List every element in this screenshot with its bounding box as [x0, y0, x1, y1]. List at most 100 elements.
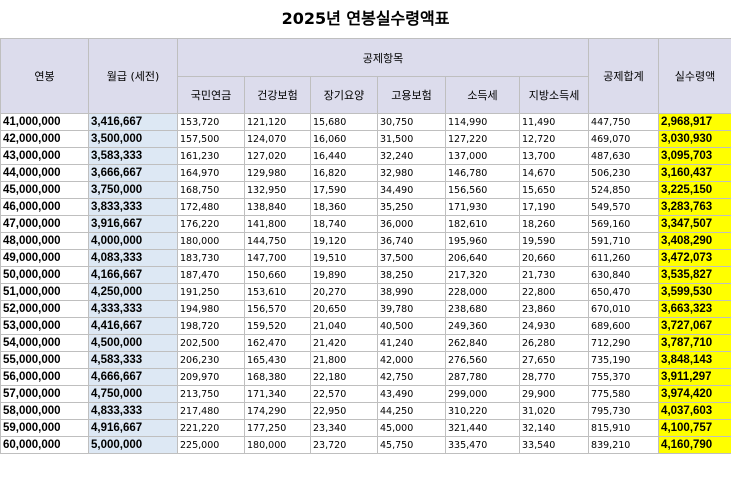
cell-income-tax: 127,220 — [445, 130, 520, 148]
cell-pension: 221,220 — [177, 419, 245, 437]
cell-total-deduction: 755,370 — [588, 368, 660, 386]
cell-pension: 157,500 — [177, 130, 245, 148]
header-deductions-group: 공제항목 — [176, 38, 590, 77]
cell-annual: 46,000,000 — [0, 198, 89, 216]
cell-health: 177,250 — [244, 419, 311, 437]
cell-pension: 172,480 — [177, 198, 245, 216]
cell-income-tax: 310,220 — [445, 402, 520, 420]
cell-health: 180,000 — [244, 436, 311, 454]
cell-longterm-care: 21,040 — [310, 317, 378, 335]
table-row: 57,000,000 4,750,000 213,750 171,340 22,570 4… — [0, 385, 731, 403]
cell-total-deduction: 775,580 — [588, 385, 660, 403]
cell-net-pay: 2,968,917 — [658, 113, 731, 131]
cell-local-tax: 18,260 — [518, 215, 590, 233]
cell-local-tax: 14,670 — [518, 164, 590, 182]
cell-pension: 194,980 — [177, 300, 245, 318]
cell-total-deduction: 795,730 — [588, 402, 660, 420]
cell-pension: 213,750 — [177, 385, 245, 403]
cell-annual: 45,000,000 — [0, 181, 89, 199]
cell-net-pay: 3,599,530 — [658, 283, 731, 301]
cell-local-tax: 13,700 — [518, 147, 590, 165]
cell-longterm-care: 16,820 — [310, 164, 378, 182]
cell-net-pay: 3,663,323 — [658, 300, 731, 318]
cell-longterm-care: 22,180 — [310, 368, 378, 386]
table-row: 58,000,000 4,833,333 217,480 174,290 22,950 4… — [0, 402, 731, 420]
cell-local-tax: 28,770 — [518, 368, 590, 386]
cell-health: 147,700 — [244, 249, 311, 267]
cell-employment: 30,750 — [377, 113, 446, 131]
table-body: 41,000,000 3,416,667 153,720 121,120 15,680 3… — [0, 113, 731, 454]
cell-net-pay: 3,283,763 — [658, 198, 731, 216]
cell-employment: 45,000 — [377, 419, 446, 437]
cell-monthly: 3,833,333 — [88, 198, 178, 216]
cell-annual: 48,000,000 — [0, 232, 89, 250]
cell-health: 150,660 — [244, 266, 311, 284]
cell-longterm-care: 21,800 — [310, 351, 378, 369]
cell-income-tax: 114,990 — [445, 113, 520, 131]
table-row: 53,000,000 4,416,667 198,720 159,520 21,040 4… — [0, 317, 731, 335]
cell-total-deduction: 735,190 — [588, 351, 660, 369]
cell-employment: 32,240 — [377, 147, 446, 165]
cell-pension: 164,970 — [177, 164, 245, 182]
table-row: 50,000,000 4,166,667 187,470 150,660 19,890 3… — [0, 266, 731, 284]
cell-employment: 36,000 — [377, 215, 446, 233]
salary-table: 연봉 월급 (세전) 공제항목 공제합계 실수령액 국민연금 건강보험 장기요양… — [0, 38, 731, 454]
header-pension: 국민연금 — [177, 76, 245, 114]
header-employment: 고용보험 — [377, 76, 446, 114]
cell-local-tax: 29,900 — [518, 385, 590, 403]
cell-annual: 54,000,000 — [0, 334, 89, 352]
cell-employment: 43,490 — [377, 385, 446, 403]
cell-longterm-care: 16,060 — [310, 130, 378, 148]
cell-income-tax: 228,000 — [445, 283, 520, 301]
table-row: 45,000,000 3,750,000 168,750 132,950 17,590 3… — [0, 181, 731, 199]
cell-employment: 44,250 — [377, 402, 446, 420]
cell-annual: 57,000,000 — [0, 385, 89, 403]
cell-employment: 39,780 — [377, 300, 446, 318]
cell-employment: 32,980 — [377, 164, 446, 182]
cell-employment: 41,240 — [377, 334, 446, 352]
header-local-tax: 지방소득세 — [518, 76, 590, 114]
cell-income-tax: 335,470 — [445, 436, 520, 454]
cell-net-pay: 3,787,710 — [658, 334, 731, 352]
cell-net-pay: 3,095,703 — [658, 147, 731, 165]
cell-annual: 53,000,000 — [0, 317, 89, 335]
cell-monthly: 4,500,000 — [88, 334, 178, 352]
cell-total-deduction: 650,470 — [588, 283, 660, 301]
cell-health: 121,120 — [244, 113, 311, 131]
cell-annual: 56,000,000 — [0, 368, 89, 386]
cell-health: 156,570 — [244, 300, 311, 318]
cell-net-pay: 3,225,150 — [658, 181, 731, 199]
cell-monthly: 4,583,333 — [88, 351, 178, 369]
table-row: 54,000,000 4,500,000 202,500 162,470 21,420 4… — [0, 334, 731, 352]
cell-pension: 217,480 — [177, 402, 245, 420]
cell-total-deduction: 591,710 — [588, 232, 660, 250]
cell-net-pay: 4,037,603 — [658, 402, 731, 420]
cell-pension: 198,720 — [177, 317, 245, 335]
cell-net-pay: 3,848,143 — [658, 351, 731, 369]
cell-health: 141,800 — [244, 215, 311, 233]
header-longterm-care: 장기요양 — [310, 76, 378, 114]
cell-health: 124,070 — [244, 130, 311, 148]
cell-longterm-care: 20,270 — [310, 283, 378, 301]
cell-health: 127,020 — [244, 147, 311, 165]
cell-annual: 60,000,000 — [0, 436, 89, 454]
cell-employment: 36,740 — [377, 232, 446, 250]
cell-local-tax: 24,930 — [518, 317, 590, 335]
cell-local-tax: 20,660 — [518, 249, 590, 267]
cell-total-deduction: 569,160 — [588, 215, 660, 233]
cell-net-pay: 3,160,437 — [658, 164, 731, 182]
cell-local-tax: 21,730 — [518, 266, 590, 284]
cell-health: 165,430 — [244, 351, 311, 369]
cell-pension: 225,000 — [177, 436, 245, 454]
table-row: 48,000,000 4,000,000 180,000 144,750 19,120 3… — [0, 232, 731, 250]
cell-income-tax: 195,960 — [445, 232, 520, 250]
cell-net-pay: 3,347,507 — [658, 215, 731, 233]
cell-pension: 180,000 — [177, 232, 245, 250]
cell-total-deduction: 447,750 — [588, 113, 660, 131]
cell-pension: 161,230 — [177, 147, 245, 165]
cell-total-deduction: 839,210 — [588, 436, 660, 454]
cell-health: 159,520 — [244, 317, 311, 335]
cell-total-deduction: 506,230 — [588, 164, 660, 182]
cell-net-pay: 4,160,790 — [658, 436, 731, 454]
header-total-deduction: 공제합계 — [588, 38, 660, 114]
